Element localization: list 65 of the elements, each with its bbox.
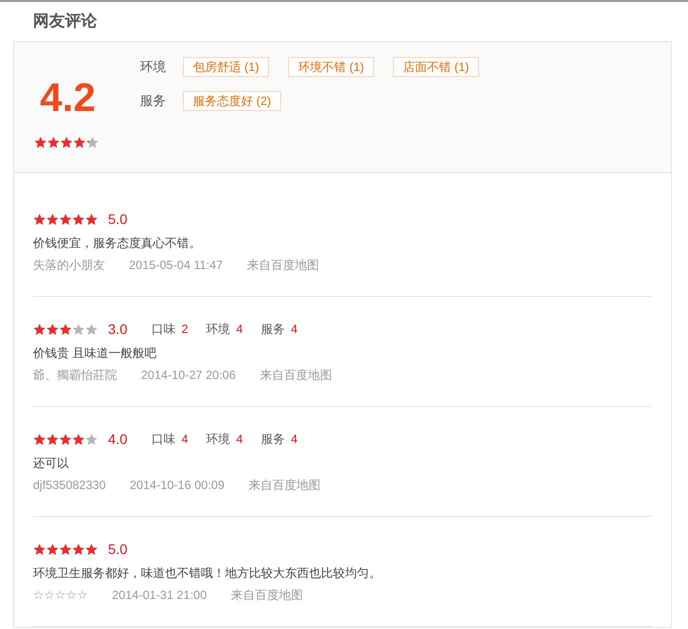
star-icon — [72, 432, 85, 446]
aspect-score: 4 — [290, 321, 298, 338]
review-score: 5.0 — [108, 210, 128, 228]
star-icon — [59, 432, 72, 446]
aspect-score: 2 — [181, 321, 188, 338]
star-icon — [72, 542, 85, 556]
star-icon — [86, 136, 99, 148]
section-title: 网友评论 — [32, 12, 98, 32]
review-text: 环境卫生服务都好，味道也不错哦！地方比较大东西也比较均匀。 — [33, 565, 382, 581]
review-author: 爺、獨霸怡莊院 — [33, 367, 117, 383]
review-text: 价钱贵 且味道一般般吧 — [33, 345, 158, 361]
star-icon — [46, 542, 59, 556]
tag[interactable]: 环境不错 (1) — [288, 57, 374, 77]
tag[interactable]: 店面不错 (1) — [393, 57, 479, 77]
review-text: 还可以 — [33, 455, 70, 471]
review-time: 2015-05-04 11:47 — [129, 257, 223, 273]
review-text: 价钱便宜，服务态度真心不错。 — [33, 235, 202, 251]
aspect-label: 口味 — [151, 321, 176, 338]
review-source: 来自百度地图 — [246, 257, 319, 273]
star-icon — [46, 432, 59, 446]
aspect-score: 4 — [290, 431, 298, 448]
review-time: 2014-01-31 21:00 — [112, 587, 207, 603]
star-icon — [33, 542, 46, 556]
tag-group-label: 环境 — [140, 58, 167, 76]
review-time: 2014-10-16 00:09 — [130, 477, 224, 493]
star-icon — [47, 136, 60, 148]
star-icon — [73, 136, 86, 148]
star-icon — [46, 212, 59, 226]
review-author: djf535082330 — [33, 477, 106, 493]
star-icon — [34, 136, 47, 148]
star-icon — [85, 322, 98, 336]
star-icon — [60, 136, 73, 148]
star-icon — [85, 432, 98, 446]
aspect-score: 4 — [181, 431, 188, 448]
aspect-score: 4 — [236, 431, 243, 448]
review-time: 2014-10-27 20:06 — [141, 367, 236, 383]
review-source: 来自百度地图 — [230, 587, 303, 603]
star-icon — [33, 322, 46, 336]
star-icon — [59, 212, 72, 226]
aspect-label: 服务 — [260, 321, 285, 338]
tag[interactable]: 服务态度好 (2) — [183, 91, 281, 111]
star-icon — [59, 322, 72, 336]
star-icon — [72, 322, 85, 336]
aspect-label: 服务 — [260, 431, 285, 448]
tag-group-label: 服务 — [140, 92, 167, 110]
star-icon — [33, 212, 46, 226]
star-icon — [72, 212, 85, 226]
review-source: 来自百度地图 — [248, 477, 320, 493]
star-icon — [59, 542, 72, 556]
review-author: 失落的小朋友 — [33, 257, 105, 273]
tag[interactable]: 包房舒适 (1) — [183, 57, 269, 77]
average-score: 4.2 — [39, 76, 97, 120]
review-score: 5.0 — [108, 540, 128, 558]
review-source: 来自百度地图 — [260, 367, 332, 383]
aspect-label: 环境 — [206, 321, 230, 338]
review-score: 3.0 — [108, 320, 128, 338]
review-score: 4.0 — [108, 430, 128, 448]
aspect-label: 口味 — [151, 431, 176, 448]
star-icon — [85, 542, 98, 556]
star-icon — [33, 432, 46, 446]
aspect-label: 环境 — [206, 431, 230, 448]
review-author: ☆☆☆☆☆ — [33, 587, 88, 603]
star-icon — [85, 212, 98, 226]
star-icon — [46, 322, 59, 336]
aspect-score: 4 — [236, 321, 243, 338]
